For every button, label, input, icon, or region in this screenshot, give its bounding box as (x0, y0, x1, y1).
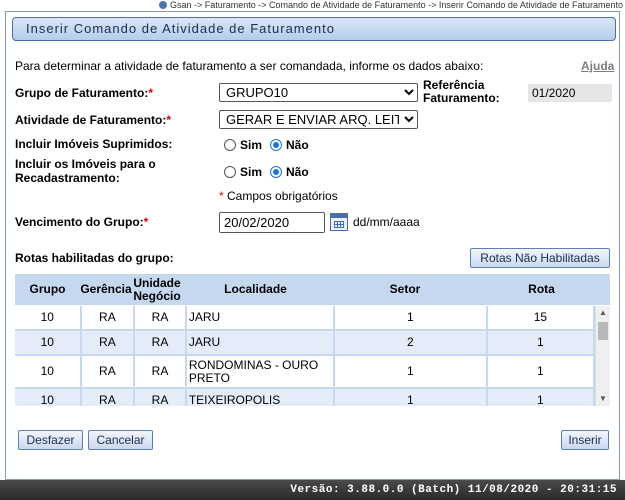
rotas-table-header: Grupo Gerência Unidade Negócio Localidade… (15, 274, 610, 305)
required-note-text: Campos obrigatórios (227, 189, 338, 203)
cell-grupo: 10 (15, 356, 80, 387)
nao-label: Não (286, 165, 309, 179)
page-title: Inserir Comando de Atividade de Faturame… (12, 17, 616, 41)
table-row[interactable]: 10 RA RA TEIXEIROPOLIS 1 1 (15, 389, 595, 406)
referencia-label: Referência Faturamento: (423, 79, 500, 105)
recadastramento-label-line1: Incluir os Imóveis para o (15, 157, 156, 171)
version-footer: Versão: 3.88.0.0 (Batch) 11/08/2020 - 20… (0, 480, 625, 500)
header-unidade-line2: Negócio (133, 288, 181, 303)
grupo-label: Grupo de Faturamento:* (15, 86, 153, 100)
rotas-nao-habilitadas-button[interactable]: Rotas Não Habilitadas (470, 248, 610, 268)
date-format-hint: dd/mm/aaaa (353, 215, 420, 229)
header-gerencia: Gerência (80, 282, 132, 296)
desfazer-button[interactable]: Desfazer (18, 430, 83, 450)
breadcrumb: Gsan -> Faturamento -> Comando de Ativid… (158, 0, 623, 10)
rotas-label: Rotas habilitadas do grupo: (15, 251, 174, 265)
header-rota: Rota (528, 282, 555, 296)
inserir-button[interactable]: Inserir (561, 430, 609, 450)
cell-unidade: RA (135, 306, 185, 329)
header-localidade: Localidade (224, 282, 287, 296)
intro-text: Para determinar a atividade de faturamen… (15, 59, 484, 73)
cell-rota: 1 (487, 356, 594, 387)
nao-label: Não (286, 138, 309, 152)
referencia-value: 01/2020 (528, 84, 612, 102)
vencimento-label: Vencimento do Grupo:* (15, 215, 148, 229)
required-mark: * (219, 189, 224, 203)
breadcrumb-text: Gsan -> Faturamento -> Comando de Ativid… (169, 0, 623, 10)
required-mark: * (166, 113, 172, 127)
required-mark: * (143, 215, 149, 229)
vencimento-input[interactable]: 20/02/2020 (219, 212, 325, 233)
grupo-label-text: Grupo de Faturamento: (15, 86, 149, 100)
cell-unidade: RA (135, 331, 185, 354)
cell-gerencia: RA (81, 306, 134, 329)
referencia-label-line2: Faturamento: (423, 91, 500, 105)
cell-setor: 1 (334, 306, 486, 329)
cell-localidade: RONDOMINAS - OURO PRETO (186, 356, 333, 387)
recadastramento-radio-group: Sim Não (224, 165, 309, 179)
recadastramento-label-line2: Recadastramento: (15, 171, 120, 185)
cell-rota: 1 (487, 389, 594, 406)
table-row[interactable]: 10 RA RA RONDOMINAS - OURO PRETO 1 1 (15, 356, 595, 387)
cell-unidade: RA (135, 356, 185, 387)
cell-unidade: RA (135, 389, 185, 406)
scroll-up-icon[interactable]: ▲ (596, 306, 610, 320)
suprimidos-label: Incluir Imóveis Suprimidos: (15, 137, 173, 151)
help-link[interactable]: Ajuda (581, 59, 614, 73)
rotas-table-body[interactable]: 10 RA RA JARU 1 15 10 RA RA JARU 2 1 10 … (15, 306, 595, 406)
scroll-thumb[interactable] (598, 322, 608, 340)
cell-localidade: JARU (186, 331, 333, 354)
recadastramento-nao-radio[interactable] (270, 166, 283, 178)
cell-setor: 1 (334, 389, 486, 406)
suprimidos-sim-radio[interactable] (224, 139, 236, 151)
table-row[interactable]: 10 RA RA JARU 2 1 (15, 331, 595, 354)
atividade-label: Atividade de Faturamento:* (15, 113, 171, 127)
atividade-label-text: Atividade de Faturamento: (15, 113, 167, 127)
main-panel (5, 11, 620, 480)
cell-gerencia: RA (81, 356, 134, 387)
header-setor: Setor (389, 282, 421, 296)
cancelar-button[interactable]: Cancelar (88, 430, 153, 450)
grupo-select[interactable]: GRUPO10 (219, 83, 418, 102)
cell-gerencia: RA (81, 331, 134, 354)
calendar-icon[interactable] (330, 213, 348, 231)
cell-grupo: 10 (15, 306, 80, 329)
sim-label: Sim (240, 138, 263, 152)
cell-localidade: JARU (186, 306, 333, 329)
table-row[interactable]: 10 RA RA JARU 1 15 (15, 306, 595, 329)
suprimidos-radio-group: Sim Não (224, 138, 309, 152)
recadastramento-label: Incluir os Imóveis para o Recadastramento… (15, 157, 156, 185)
required-note: * Campos obrigatórios (219, 189, 338, 203)
cell-setor: 2 (334, 331, 486, 354)
atividade-select[interactable]: GERAR E ENVIAR ARQ. LEITURA (219, 110, 418, 129)
scroll-down-icon[interactable]: ▼ (596, 392, 610, 406)
cell-setor: 1 (334, 356, 486, 387)
header-unidade: Unidade Negócio (132, 274, 182, 305)
home-dot-icon (158, 1, 167, 9)
cell-grupo: 10 (15, 331, 80, 354)
cell-grupo: 10 (15, 389, 80, 406)
header-unidade-line1: Unidade (133, 275, 181, 290)
suprimidos-nao-radio[interactable] (270, 139, 283, 151)
recadastramento-sim-radio[interactable] (224, 166, 236, 178)
cell-rota: 1 (487, 331, 594, 354)
table-scrollbar[interactable]: ▲ ▼ (595, 306, 610, 406)
sim-label: Sim (240, 165, 263, 179)
cell-gerencia: RA (81, 389, 134, 406)
vencimento-label-text: Vencimento do Grupo: (15, 215, 144, 229)
cell-localidade: TEIXEIROPOLIS (186, 389, 333, 406)
required-mark: * (148, 86, 154, 100)
header-grupo: Grupo (29, 282, 66, 296)
cell-rota: 15 (487, 306, 594, 329)
